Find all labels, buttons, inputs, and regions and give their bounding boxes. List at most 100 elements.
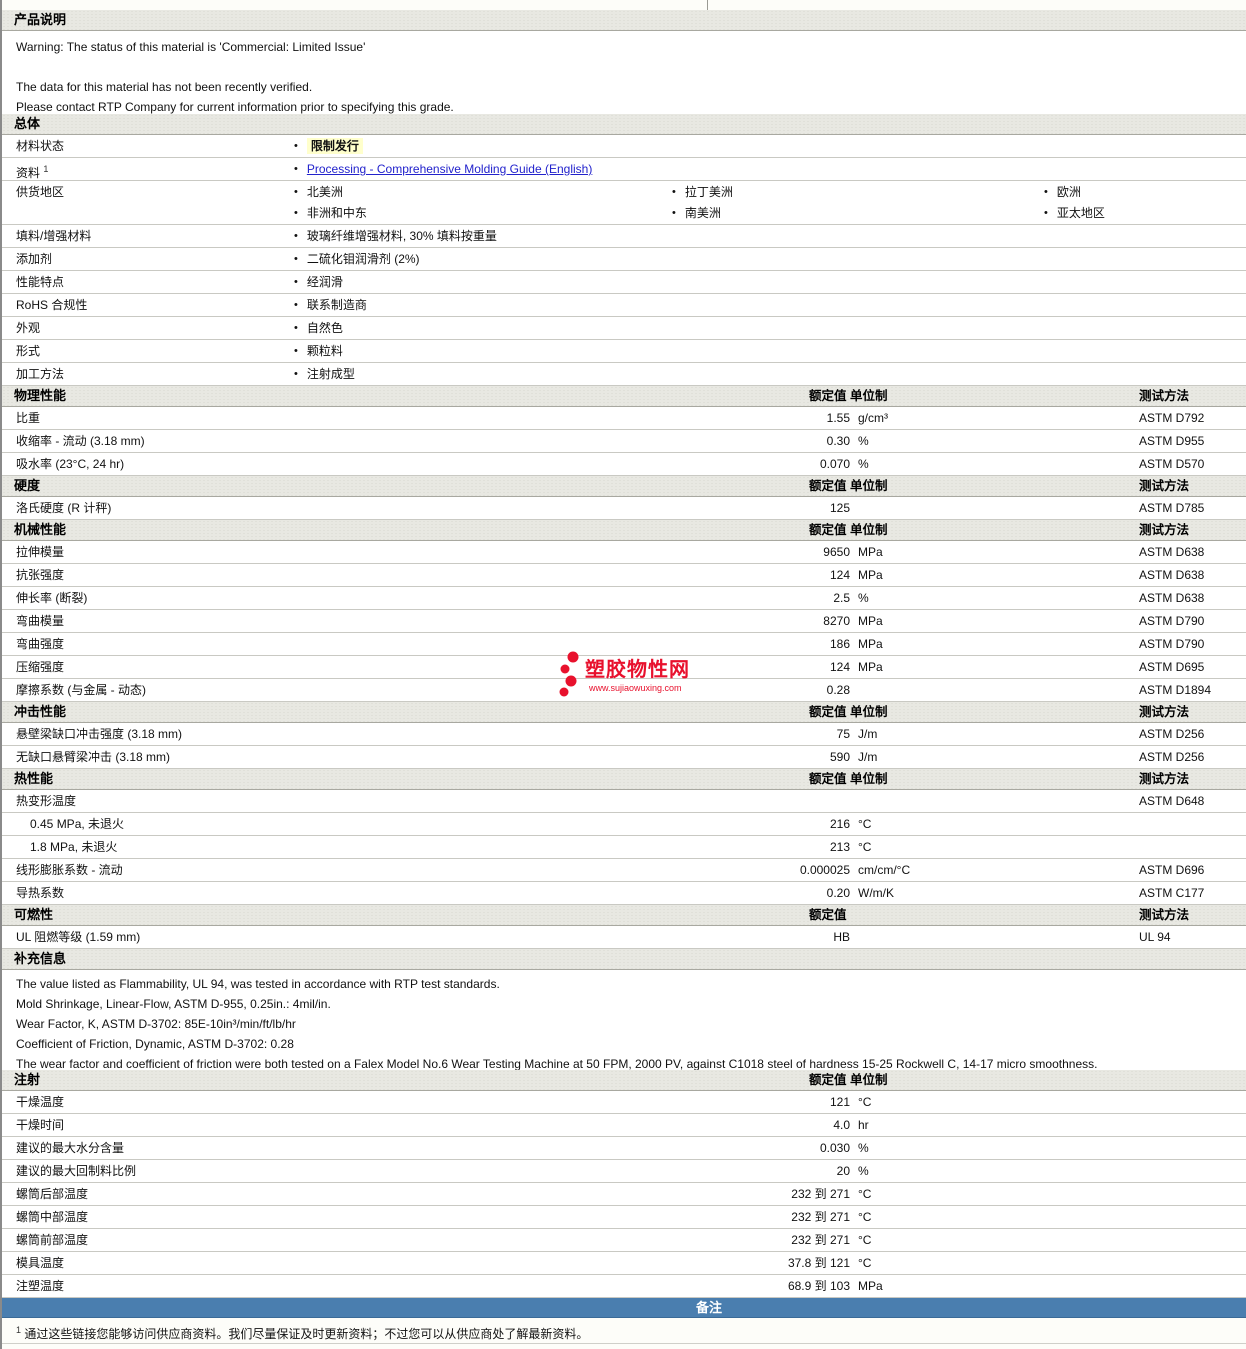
contact-text: Please contact RTP Company for current i… xyxy=(16,100,454,114)
bullet-icon: • xyxy=(294,276,298,288)
column-header-method: 测试方法 xyxy=(1139,908,1190,922)
property-row: 热变形温度 ASTM D648 xyxy=(2,790,1246,813)
footnote-marker: 1 xyxy=(16,1325,22,1335)
remark-bar: 备注 xyxy=(2,1298,1246,1318)
column-header-value: 额定值 xyxy=(809,908,847,922)
bullet-item: • 拉丁美洲 xyxy=(672,181,733,203)
section-title: 热性能 xyxy=(14,771,54,786)
column-header-value-unit: 额定值 单位制 xyxy=(809,705,888,719)
property-row: 伸长率 (断裂) 2.5% ASTM D638 xyxy=(2,587,1246,610)
property-row: 抗张强度 124 MPa ASTM D638 xyxy=(2,564,1246,587)
status-badge: 限制发行 xyxy=(306,138,363,154)
section-title: 物理性能 xyxy=(14,388,67,403)
row-label: 供货地区 xyxy=(16,185,65,199)
column-header-method: 测试方法 xyxy=(1139,479,1190,493)
property-row: 干燥时间 4.0 hr xyxy=(2,1114,1246,1137)
column-header-method: 测试方法 xyxy=(1139,772,1190,786)
column-header-method: 测试方法 xyxy=(1139,705,1190,719)
property-row: 收缩率 - 流动 (3.18 mm) 0.30% ASTM D955 xyxy=(2,430,1246,453)
bullet-item: • 亚太地区 xyxy=(1044,202,1105,224)
section-header-general: 总体 xyxy=(2,114,1246,135)
section-header-flammability: 可燃性 额定值 测试方法 xyxy=(2,905,1246,926)
bullet-item: • Processing - Comprehensive Molding Guid… xyxy=(294,158,592,180)
row-label-text: 资料 xyxy=(16,166,41,180)
section-header-injection: 注射 额定值 单位制 xyxy=(2,1070,1246,1091)
bullet-icon: • xyxy=(1044,186,1048,198)
property-row: 1.8 MPa, 未退火 213 °C xyxy=(2,836,1246,859)
row-label: 加工方法 xyxy=(16,367,65,381)
property-row: 悬壁梁缺口冲击强度 (3.18 mm) 75 J/m ASTM D256 xyxy=(2,723,1246,746)
section-title: 可燃性 xyxy=(14,907,54,922)
property-row: 螺筒后部温度 232 到 271 °C xyxy=(2,1183,1246,1206)
warning-text: Warning: The status of this material is … xyxy=(16,40,366,54)
product-description-block: Warning: The status of this material is … xyxy=(2,31,1246,114)
bullet-icon: • xyxy=(294,322,298,334)
bullet-item: • 限制发行 xyxy=(294,135,363,157)
bullet-icon: • xyxy=(672,207,676,219)
section-title: 冲击性能 xyxy=(14,704,67,719)
row-form: 形式 • 颗粒料 xyxy=(2,340,1246,363)
row-label: RoHS 合规性 xyxy=(16,298,88,312)
bullet-icon: • xyxy=(294,230,298,242)
supplementary-line: The value listed as Flammability, UL 94,… xyxy=(16,977,500,991)
row-label: 添加剂 xyxy=(16,252,53,266)
bullet-icon: • xyxy=(1044,207,1048,219)
property-row: 弯曲强度 186 MPa ASTM D790 xyxy=(2,633,1246,656)
footnote: 1 通过这些链接您能够访问供应商资料。我们尽量保证及时更新资料；不过您可以从供应… xyxy=(2,1318,1246,1344)
section-title: 注射 xyxy=(14,1072,41,1087)
molding-guide-link[interactable]: Processing - Comprehensive Molding Guide… xyxy=(307,162,592,176)
row-appearance: 外观 • 自然色 xyxy=(2,317,1246,340)
table-border-fragment xyxy=(707,0,708,10)
row-label: 性能特点 xyxy=(16,275,65,289)
property-row: UL 阻燃等级 (1.59 mm) HB UL 94 xyxy=(2,926,1246,949)
bullet-item: • 二硫化钼润滑剂 (2%) xyxy=(294,248,420,270)
column-header-method: 测试方法 xyxy=(1139,389,1190,403)
property-row: 线形膨胀系数 - 流动 0.000025 cm/cm/°C ASTM D696 xyxy=(2,859,1246,882)
supplementary-line: Wear Factor, K, ASTM D-3702: 85E-10in³/m… xyxy=(16,1017,296,1031)
bullet-item: • 颗粒料 xyxy=(294,340,343,362)
property-row: 0.45 MPa, 未退火 216 °C xyxy=(2,813,1246,836)
row-features: 性能特点 • 经润滑 xyxy=(2,271,1246,294)
property-row: 摩擦系数 (与金属 - 动态) 0.28 ASTM D1894 xyxy=(2,679,1246,702)
row-processing-method: 加工方法 • 注射成型 xyxy=(2,363,1246,386)
verify-text: The data for this material has not been … xyxy=(16,80,313,94)
bullet-item: • 玻璃纤维增强材料, 30% 填料按重量 xyxy=(294,225,497,247)
section-title: 机械性能 xyxy=(14,522,67,537)
column-header-value-unit: 额定值 单位制 xyxy=(809,389,888,403)
property-row: 吸水率 (23°C, 24 hr) 0.070% ASTM D570 xyxy=(2,453,1246,476)
footnote-text: 通过这些链接您能够访问供应商资料。我们尽量保证及时更新资料；不过您可以从供应商处… xyxy=(24,1327,589,1341)
property-row: 洛氏硬度 (R 计秤) 125 ASTM D785 xyxy=(2,497,1246,520)
bullet-item: • 南美洲 xyxy=(672,202,721,224)
bullet-icon: • xyxy=(294,368,298,380)
row-label: 材料状态 xyxy=(16,139,65,153)
section-header-physical: 物理性能 额定值 单位制 测试方法 xyxy=(2,386,1246,407)
supplementary-line: Coefficient of Friction, Dynamic, ASTM D… xyxy=(16,1037,294,1051)
row-documents: 资料 1 • Processing - Comprehensive Molding… xyxy=(2,158,1246,181)
property-row: 无缺口悬臂梁冲击 (3.18 mm) 590 J/m ASTM D256 xyxy=(2,746,1246,769)
property-row: 比重 1.55 g/cm³ ASTM D792 xyxy=(2,407,1246,430)
section-header-thermal: 热性能 额定值 单位制 测试方法 xyxy=(2,769,1246,790)
section-title: 补充信息 xyxy=(14,951,67,966)
section-header-mechanical: 机械性能 额定值 单位制 测试方法 xyxy=(2,520,1246,541)
bullet-icon: • xyxy=(294,299,298,311)
section-header-supplementary: 补充信息 xyxy=(2,949,1246,970)
row-label: 填料/增强材料 xyxy=(16,229,92,243)
material-datasheet-page: 产品说明 Warning: The status of this materia… xyxy=(0,0,1246,1349)
property-row: 注塑温度 68.9 到 103 MPa xyxy=(2,1275,1246,1298)
bullet-icon: • xyxy=(294,207,298,219)
row-label: 外观 xyxy=(16,321,41,335)
column-header-value-unit: 额定值 单位制 xyxy=(809,523,888,537)
section-header-product-description: 产品说明 xyxy=(2,10,1246,31)
bullet-item: • 非洲和中东 xyxy=(294,202,367,224)
section-title: 硬度 xyxy=(14,478,41,493)
property-row: 螺筒前部温度 232 到 271 °C xyxy=(2,1229,1246,1252)
section-title: 产品说明 xyxy=(14,12,67,27)
bullet-item: • 北美洲 xyxy=(294,181,343,203)
row-availability: 供货地区 • 北美洲 • 非洲和中东 • 拉丁美洲 • 南美洲 • 欧洲 • 亚太地区 xyxy=(2,181,1246,225)
property-row: 拉伸模量 9650 MPa ASTM D638 xyxy=(2,541,1246,564)
column-header-value-unit: 额定值 单位制 xyxy=(809,479,888,493)
bullet-item: • 自然色 xyxy=(294,317,343,339)
supplementary-block: The value listed as Flammability, UL 94,… xyxy=(2,970,1246,1071)
section-header-impact: 冲击性能 额定值 单位制 测试方法 xyxy=(2,702,1246,723)
bullet-icon: • xyxy=(294,140,298,152)
